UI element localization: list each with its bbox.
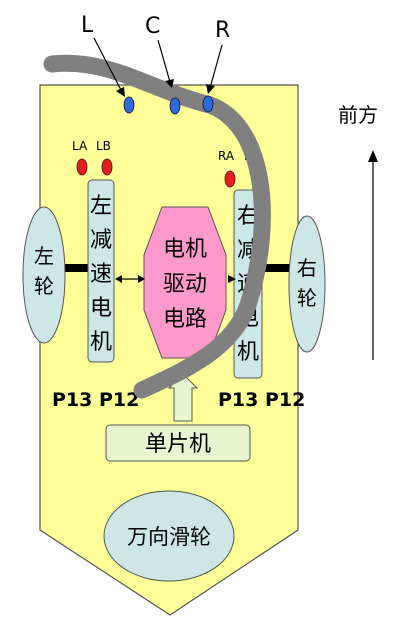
left-pin-label: P13 P12 (52, 389, 139, 411)
caster-label: 万向滑轮 (127, 525, 211, 549)
driver-line-1: 电机 (163, 237, 207, 262)
la-sensor (76, 158, 88, 176)
la-label: LA (72, 139, 88, 153)
r-pointer (209, 44, 223, 89)
driver-line-3: 电路 (163, 307, 207, 332)
left-motor-chars-char: 速 (90, 262, 112, 287)
left-wheel-char-2: 轮 (34, 274, 54, 298)
l-sensor (123, 96, 135, 114)
r-sensor (202, 95, 214, 113)
forward-arrow-head (368, 150, 378, 162)
left-motor-chars-char: 左 (90, 194, 112, 219)
ra-sensor (224, 170, 236, 188)
c-pointer (157, 39, 171, 83)
lb-label: LB (96, 139, 111, 153)
mcu-label: 单片机 (145, 432, 211, 457)
left-motor-chars-char: 电 (90, 296, 112, 321)
forward-label: 前方 (338, 103, 378, 127)
left-motor-label: 左减速电机 (90, 194, 112, 355)
right-wheel-char-1: 右 (297, 256, 317, 280)
driver-line-2: 驱动 (163, 272, 207, 297)
robot-car-diagram: 前方 左 轮 右 轮 左减速电机 右减速电机 电机 驱动 电路 单片机 P13 … (22, 13, 378, 616)
left-motor-chars-char: 减 (90, 228, 112, 253)
left-motor-chars-char: 机 (90, 330, 112, 355)
ra-label: RA (218, 149, 235, 163)
l-label: L (81, 13, 94, 38)
right-wheel (288, 215, 326, 353)
r-label: R (215, 18, 230, 43)
right-motor-chars-char: 机 (237, 340, 259, 365)
c-sensor (169, 97, 181, 115)
right-pin-label: P13 P12 (218, 389, 305, 411)
lb-sensor (101, 158, 113, 176)
left-wheel-char-1: 左 (34, 244, 54, 268)
right-wheel-char-2: 轮 (297, 286, 317, 310)
c-label: C (145, 14, 160, 39)
